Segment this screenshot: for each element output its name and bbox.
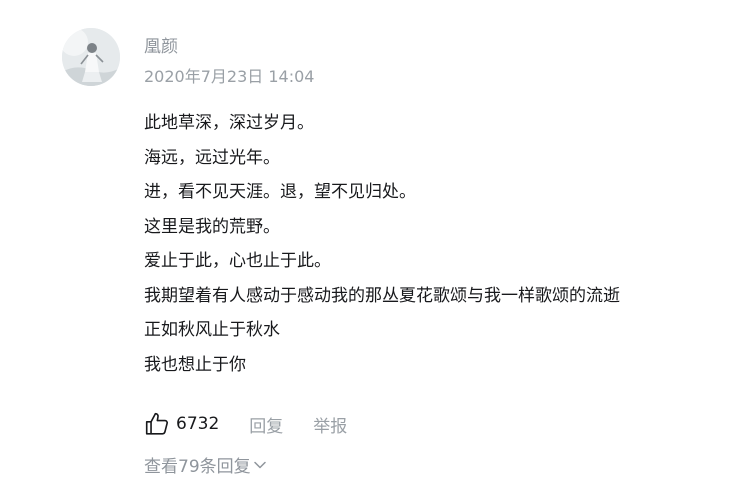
comment-line: 爱止于此，心也止于此。 [144,251,331,271]
comment-line: 我期望着有人感动于感动我的那丛夏花歌颂与我一样歌颂的流逝 [144,285,620,306]
comment-line: 进，看不见天涯。退，望不见归处。 [144,182,416,202]
comment-line: 此地草深，深过岁月。 [144,113,314,133]
comment-content: 此地草深，深过岁月。 海远，远过光年。 进，看不见天涯。退，望不见归处。 这里是… [144,106,714,382]
like-count: 6732 [176,414,220,434]
comment-card: 凰颜 2020年7月23日 14:04 此地草深，深过岁月。 海远，远过光年。 … [0,0,736,486]
chevron-down-icon [253,461,266,468]
view-replies-button[interactable]: 查看79条回复 [144,452,267,477]
comment-timestamp: 2020年7月23日 14:04 [144,67,315,86]
view-replies-label: 查看79条回复 [144,457,251,477]
reply-button[interactable]: 回复 [249,412,283,437]
thumbs-up-icon [145,412,168,435]
like-button[interactable]: 6732 [144,411,219,437]
user-avatar[interactable] [62,28,120,86]
comment-line: 我也想止于你 [144,354,246,375]
username[interactable]: 凰颜 [144,32,178,57]
comment-line: 这里是我的荒野。 [144,216,280,237]
comment-line: 正如秋风止于秋水 [144,320,280,340]
comment-actions: 6732 回复 举报 [144,408,377,440]
report-button[interactable]: 举报 [313,412,347,437]
avatar-image [62,28,120,86]
comment-line: 海远，远过光年。 [144,147,280,168]
